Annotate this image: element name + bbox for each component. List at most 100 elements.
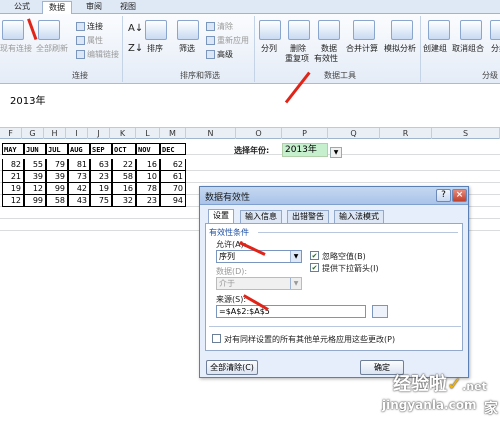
table-cell[interactable]: 73: [68, 171, 90, 183]
text-to-columns-button[interactable]: 分列: [261, 44, 277, 54]
table-cell[interactable]: 12: [2, 195, 24, 207]
column-header-m[interactable]: M: [160, 128, 186, 139]
ignore-blank-checkbox[interactable]: ✔: [310, 251, 319, 260]
table-cell[interactable]: 70: [160, 183, 186, 195]
help-icon[interactable]: ?: [436, 189, 451, 202]
filter-button[interactable]: 筛选: [179, 44, 195, 54]
table-header-cell[interactable]: NOV: [136, 143, 160, 155]
table-header-cell[interactable]: SEP: [90, 143, 112, 155]
table-cell[interactable]: 99: [24, 195, 46, 207]
dropdown-checkbox[interactable]: ✔: [310, 263, 319, 272]
table-cell[interactable]: 58: [46, 195, 68, 207]
tab-ime-mode[interactable]: 输入法模式: [334, 210, 384, 223]
table-cell[interactable]: 12: [24, 183, 46, 195]
remove-duplicates-button-line2[interactable]: 重复项: [285, 54, 309, 64]
sort-icon[interactable]: [145, 20, 167, 40]
data-validation-button-line2[interactable]: 有效性: [314, 54, 338, 64]
clear-all-button[interactable]: 全部清除(C): [206, 360, 258, 375]
table-cell[interactable]: 79: [46, 159, 68, 171]
tab-review[interactable]: 审阅: [80, 1, 108, 14]
table-header-cell[interactable]: DEC: [160, 143, 186, 155]
column-header-f[interactable]: F: [0, 128, 22, 139]
refresh-all-icon[interactable]: [38, 20, 60, 40]
table-cell[interactable]: 22: [112, 159, 136, 171]
tab-data[interactable]: 数据: [42, 1, 72, 14]
table-cell[interactable]: 63: [90, 159, 112, 171]
table-cell[interactable]: 61: [160, 171, 186, 183]
apply-all-checkbox[interactable]: [212, 334, 221, 343]
sort-az-icon[interactable]: A↓: [128, 24, 143, 34]
column-header-k[interactable]: K: [110, 128, 136, 139]
tab-settings[interactable]: 设置: [208, 209, 234, 224]
table-cell[interactable]: 94: [160, 195, 186, 207]
table-cell[interactable]: 32: [112, 195, 136, 207]
reapply-button[interactable]: 重新应用: [206, 36, 249, 46]
data-validation-icon[interactable]: [318, 20, 340, 40]
formula-bar[interactable]: 2013年: [0, 84, 500, 128]
table-cell[interactable]: 43: [68, 195, 90, 207]
column-header-h[interactable]: H: [44, 128, 66, 139]
column-header-r[interactable]: R: [380, 128, 432, 139]
properties-button[interactable]: 属性: [76, 36, 103, 46]
table-cell[interactable]: 58: [112, 171, 136, 183]
what-if-analysis-button[interactable]: 模拟分析: [384, 44, 416, 54]
table-cell[interactable]: 16: [112, 183, 136, 195]
column-header-g[interactable]: G: [22, 128, 44, 139]
text-to-columns-icon[interactable]: [259, 20, 281, 40]
data-validation-button-line1[interactable]: 数据: [321, 44, 337, 54]
close-icon[interactable]: ×: [452, 189, 467, 202]
column-header-l[interactable]: L: [136, 128, 160, 139]
table-cell[interactable]: 39: [24, 171, 46, 183]
remove-duplicates-icon[interactable]: [288, 20, 310, 40]
ungroup-button[interactable]: 取消组合: [452, 44, 484, 54]
table-cell[interactable]: 23: [90, 171, 112, 183]
column-header-q[interactable]: Q: [328, 128, 380, 139]
table-cell[interactable]: 42: [68, 183, 90, 195]
table-cell[interactable]: 75: [90, 195, 112, 207]
connections-button[interactable]: 连接: [76, 22, 103, 32]
subtotal-icon[interactable]: [490, 20, 500, 40]
refresh-all-button[interactable]: 全部刷新: [36, 44, 68, 54]
group-button[interactable]: 创建组: [423, 44, 447, 54]
table-cell[interactable]: 99: [46, 183, 68, 195]
table-cell[interactable]: 78: [136, 183, 160, 195]
table-header-cell[interactable]: OCT: [112, 143, 136, 155]
filter-icon[interactable]: [177, 20, 199, 40]
table-cell[interactable]: 19: [90, 183, 112, 195]
existing-connections-button[interactable]: 现有连接: [0, 44, 32, 54]
ungroup-icon[interactable]: [460, 20, 482, 40]
table-cell[interactable]: 55: [24, 159, 46, 171]
tab-formulas[interactable]: 公式: [8, 1, 36, 14]
group-icon[interactable]: [428, 20, 450, 40]
source-input[interactable]: =$A$2:$A$5: [216, 305, 366, 318]
sort-za-icon[interactable]: Z↓: [128, 44, 143, 54]
existing-connections-icon[interactable]: [2, 20, 24, 40]
tab-input-message[interactable]: 输入信息: [240, 210, 282, 223]
clear-button[interactable]: 清除: [206, 22, 233, 32]
subtotal-button[interactable]: 分类: [491, 44, 500, 54]
chevron-down-icon[interactable]: ▼: [330, 147, 342, 158]
consolidate-button[interactable]: 合并计算: [346, 44, 378, 54]
edit-links-button[interactable]: 编辑链接: [76, 50, 119, 60]
sort-button[interactable]: 排序: [147, 44, 163, 54]
chevron-down-icon[interactable]: ▼: [290, 251, 301, 262]
table-header-cell[interactable]: MAY: [2, 143, 24, 155]
advanced-button[interactable]: 高级: [206, 50, 233, 60]
table-cell[interactable]: 62: [160, 159, 186, 171]
table-header-cell[interactable]: JUL: [46, 143, 68, 155]
table-cell[interactable]: 81: [68, 159, 90, 171]
tab-error-alert[interactable]: 出错警告: [287, 210, 329, 223]
year-select-cell[interactable]: 2013年: [282, 143, 328, 157]
table-cell[interactable]: 21: [2, 171, 24, 183]
table-cell[interactable]: 39: [46, 171, 68, 183]
column-header-s[interactable]: S: [432, 128, 500, 139]
table-cell[interactable]: 16: [136, 159, 160, 171]
column-header-i[interactable]: I: [66, 128, 88, 139]
table-header-cell[interactable]: AUG: [68, 143, 90, 155]
column-header-n[interactable]: N: [186, 128, 236, 139]
table-cell[interactable]: 10: [136, 171, 160, 183]
table-cell[interactable]: 82: [2, 159, 24, 171]
table-header-cell[interactable]: JUN: [24, 143, 46, 155]
tab-view[interactable]: 视图: [114, 1, 142, 14]
column-header-o[interactable]: O: [236, 128, 282, 139]
